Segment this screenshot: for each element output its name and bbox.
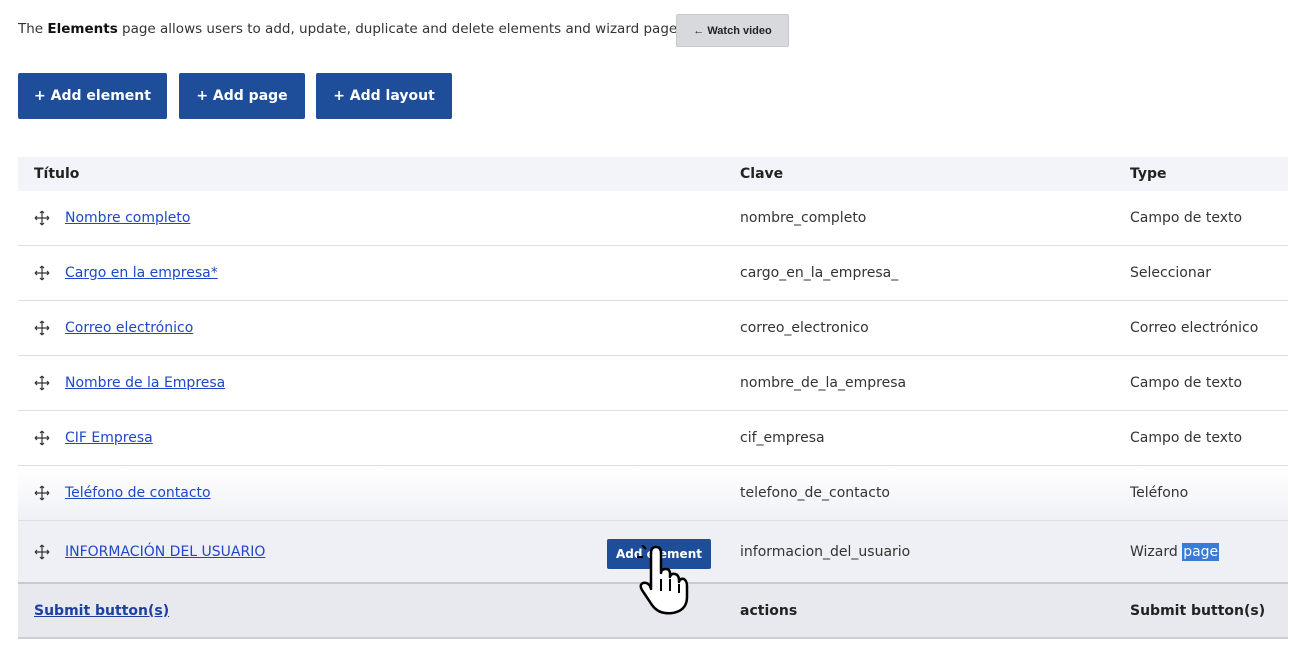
table-row: Nombre de la Empresa nombre_de_la_empres… bbox=[18, 356, 1288, 411]
intro-prefix: The bbox=[18, 21, 48, 37]
element-type: Correo electrónico bbox=[1130, 320, 1259, 336]
element-type: Campo de texto bbox=[1130, 430, 1243, 446]
page-description: The Elements page allows users to add, u… bbox=[18, 21, 689, 37]
element-title-link[interactable]: INFORMACIÓN DEL USUARIO bbox=[65, 544, 265, 560]
element-type: Teléfono bbox=[1130, 485, 1189, 501]
element-type: Wizard page bbox=[1115, 542, 1288, 561]
add-element-button[interactable]: + Add element bbox=[18, 73, 167, 119]
element-title-link[interactable]: Nombre completo bbox=[65, 210, 190, 226]
table-row: CIF Empresa cif_empresa Campo de texto bbox=[18, 411, 1288, 466]
header-titulo: Título bbox=[34, 166, 80, 182]
element-title-link[interactable]: Teléfono de contacto bbox=[65, 485, 211, 501]
add-page-button[interactable]: + Add page bbox=[179, 73, 305, 119]
element-title-link[interactable]: Correo electrónico bbox=[65, 320, 193, 336]
element-key: nombre_de_la_empresa bbox=[740, 375, 907, 391]
elements-table: Título Clave Type Nombre completo nombre… bbox=[18, 157, 1288, 639]
submit-buttons-link[interactable]: Submit button(s) bbox=[34, 603, 169, 619]
header-clave: Clave bbox=[740, 166, 784, 182]
footer-type: Submit button(s) bbox=[1130, 602, 1266, 619]
element-title-link[interactable]: Cargo en la empresa* bbox=[65, 265, 218, 281]
element-type: Campo de texto bbox=[1130, 375, 1243, 391]
add-layout-button[interactable]: + Add layout bbox=[316, 73, 452, 119]
type-prefix: Wizard bbox=[1130, 543, 1183, 560]
element-key: cargo_en_la_empresa_ bbox=[740, 265, 899, 281]
table-row: Cargo en la empresa* cargo_en_la_empresa… bbox=[18, 246, 1288, 301]
element-key: cif_empresa bbox=[740, 430, 825, 446]
drag-handle-icon[interactable] bbox=[34, 265, 50, 281]
element-key: informacion_del_usuario bbox=[740, 543, 911, 560]
element-type: Campo de texto bbox=[1130, 210, 1243, 226]
element-key: telefono_de_contacto bbox=[740, 485, 890, 501]
header-type: Type bbox=[1130, 166, 1167, 182]
footer-key: actions bbox=[740, 602, 798, 619]
table-row: Correo electrónico correo_electronico Co… bbox=[18, 301, 1288, 356]
table-row: Teléfono de contacto telefono_de_contact… bbox=[18, 466, 1288, 521]
intro-bold: Elements bbox=[47, 21, 118, 37]
table-row: Nombre completo nombre_completo Campo de… bbox=[18, 191, 1288, 246]
intro-suffix: page allows users to add, update, duplic… bbox=[117, 21, 689, 37]
element-type: Seleccionar bbox=[1130, 265, 1212, 281]
drag-handle-icon[interactable] bbox=[34, 430, 50, 446]
drag-handle-icon[interactable] bbox=[34, 544, 50, 560]
table-footer-row: Submit button(s) actions Submit button(s… bbox=[18, 584, 1288, 639]
drag-handle-icon[interactable] bbox=[34, 210, 50, 226]
drag-handle-icon[interactable] bbox=[34, 375, 50, 391]
drag-handle-icon[interactable] bbox=[34, 485, 50, 501]
drag-handle-icon[interactable] bbox=[34, 320, 50, 336]
inline-add-element-button[interactable]: Add element bbox=[607, 539, 711, 569]
selected-text: page bbox=[1182, 542, 1220, 561]
table-row-wizard-page: INFORMACIÓN DEL USUARIO Add element info… bbox=[18, 521, 1288, 584]
element-key: correo_electronico bbox=[740, 320, 869, 336]
element-title-link[interactable]: Nombre de la Empresa bbox=[65, 375, 225, 391]
element-key: nombre_completo bbox=[740, 210, 867, 226]
watch-video-button[interactable]: ← Watch video bbox=[676, 14, 789, 47]
table-header: Título Clave Type bbox=[18, 157, 1288, 191]
element-title-link[interactable]: CIF Empresa bbox=[65, 430, 153, 446]
